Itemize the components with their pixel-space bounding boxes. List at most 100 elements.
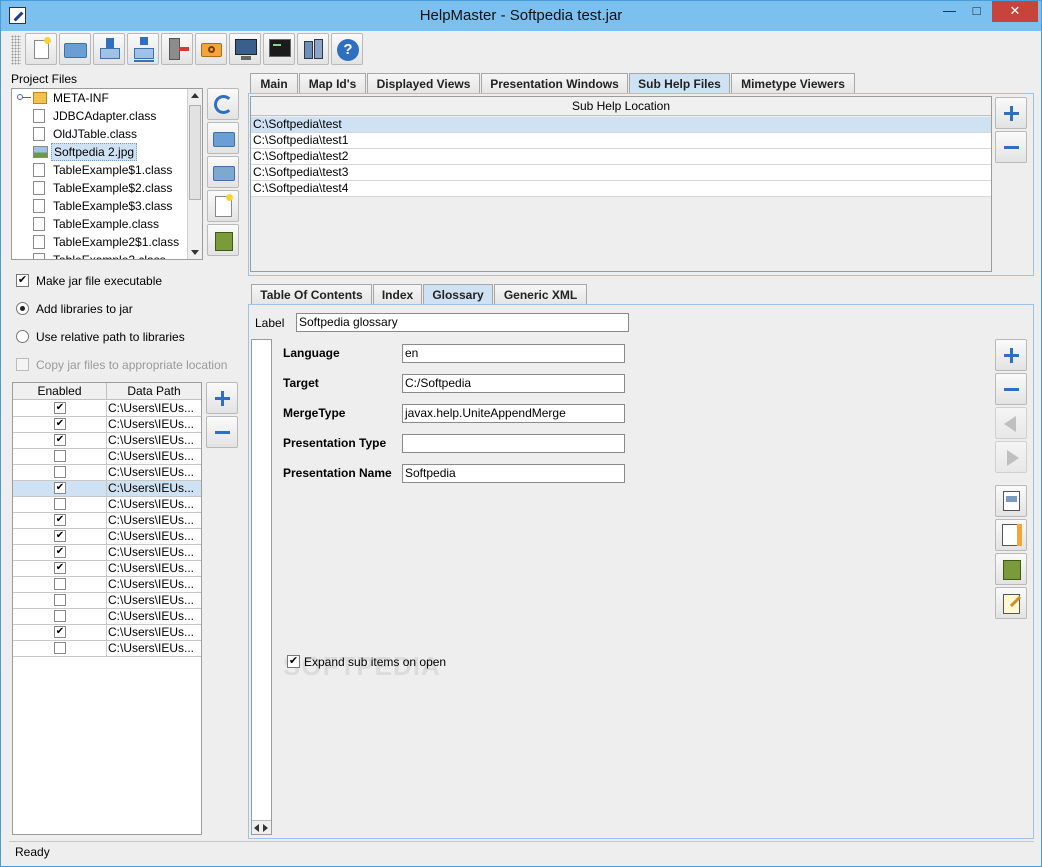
- data-path-cell[interactable]: C:\Users\IEUs...: [107, 561, 201, 577]
- glossary-tree-hscroll[interactable]: [252, 820, 271, 834]
- enabled-cell[interactable]: [13, 449, 107, 465]
- scroll-down-icon[interactable]: [191, 250, 199, 255]
- enabled-checkbox[interactable]: ✔: [54, 402, 66, 414]
- enabled-cell[interactable]: ✔: [13, 529, 107, 545]
- table-row[interactable]: C:\Users\IEUs...: [13, 497, 201, 513]
- table-row[interactable]: ✔ C:\Users\IEUs...: [13, 401, 201, 417]
- enabled-cell[interactable]: [13, 465, 107, 481]
- tab-sub-help-files[interactable]: Sub Help Files: [629, 73, 730, 94]
- add-folder-button[interactable]: [207, 122, 239, 154]
- language-input[interactable]: en: [402, 344, 625, 363]
- enabled-cell[interactable]: ✔: [13, 481, 107, 497]
- search-button[interactable]: [195, 33, 227, 65]
- help-button[interactable]: ?: [331, 33, 363, 65]
- table-row[interactable]: C:\Softpedia\test4: [251, 181, 991, 197]
- tree-item[interactable]: TableExample.class: [12, 215, 187, 233]
- project-files-scrollbar[interactable]: [187, 89, 202, 259]
- target-input[interactable]: C:/Softpedia: [402, 374, 625, 393]
- add-library-button[interactable]: [206, 382, 238, 414]
- presentation-type-input[interactable]: [402, 434, 625, 453]
- table-row[interactable]: C:\Users\IEUs...: [13, 465, 201, 481]
- make-executable-check[interactable]: ✔: [16, 274, 29, 287]
- add-sub-help-button[interactable]: [995, 97, 1027, 129]
- data-path-cell[interactable]: C:\Users\IEUs...: [107, 497, 201, 513]
- data-path-cell[interactable]: C:\Users\IEUs...: [107, 625, 201, 641]
- tree-item[interactable]: TableExample$3.class: [12, 197, 187, 215]
- table-row[interactable]: ✔ C:\Users\IEUs...: [13, 513, 201, 529]
- relative-path-radio-dot[interactable]: [16, 330, 29, 343]
- tab-index[interactable]: Index: [373, 284, 422, 305]
- data-path-cell[interactable]: C:\Users\IEUs...: [107, 465, 201, 481]
- tab-generic-xml[interactable]: Generic XML: [494, 284, 587, 305]
- open-button[interactable]: [59, 33, 91, 65]
- table-row[interactable]: ✔ C:\Users\IEUs...: [13, 433, 201, 449]
- data-path-cell[interactable]: C:\Users\IEUs...: [107, 609, 201, 625]
- remove-sub-help-button[interactable]: [995, 131, 1027, 163]
- maximize-button[interactable]: □: [963, 1, 990, 22]
- tab-main[interactable]: Main: [250, 73, 298, 94]
- open-folder-button[interactable]: [207, 156, 239, 188]
- table-row[interactable]: C:\Users\IEUs...: [13, 449, 201, 465]
- tree-item[interactable]: Softpedia 2.jpg: [12, 143, 187, 161]
- table-row[interactable]: C:\Users\IEUs...: [13, 641, 201, 657]
- terminal-button[interactable]: [263, 33, 295, 65]
- table-row[interactable]: ✔ C:\Users\IEUs...: [13, 625, 201, 641]
- enabled-cell[interactable]: ✔: [13, 625, 107, 641]
- new-project-button[interactable]: [25, 33, 57, 65]
- tree-item[interactable]: OldJTable.class: [12, 125, 187, 143]
- sub-help-table[interactable]: Sub Help Location C:\Softpedia\test C:\So…: [250, 96, 992, 272]
- enabled-checkbox[interactable]: ✔: [54, 514, 66, 526]
- table-row[interactable]: C:\Softpedia\test3: [251, 165, 991, 181]
- tree-item[interactable]: TableExample$2.class: [12, 179, 187, 197]
- entry-properties-button[interactable]: [995, 519, 1027, 551]
- enabled-checkbox[interactable]: ✔: [54, 626, 66, 638]
- enabled-checkbox[interactable]: [54, 610, 66, 622]
- table-row[interactable]: ✔ C:\Users\IEUs...: [13, 417, 201, 433]
- enabled-checkbox[interactable]: ✔: [54, 546, 66, 558]
- table-row[interactable]: ✔ C:\Users\IEUs...: [13, 545, 201, 561]
- mergetype-input[interactable]: javax.help.UniteAppendMerge: [402, 404, 625, 423]
- add-glossary-entry-button[interactable]: [995, 339, 1027, 371]
- build-button[interactable]: [297, 33, 329, 65]
- edit-entry-button[interactable]: [995, 485, 1027, 517]
- preview-button[interactable]: [229, 33, 261, 65]
- enabled-checkbox[interactable]: ✔: [54, 562, 66, 574]
- enabled-cell[interactable]: [13, 593, 107, 609]
- project-files-tree[interactable]: META-INF JDBCAdapter.class OldJTable.class…: [11, 88, 203, 260]
- refresh-button[interactable]: [207, 88, 239, 120]
- scroll-thumb[interactable]: [189, 105, 201, 200]
- new-file-button[interactable]: [207, 190, 239, 222]
- scroll-left-icon[interactable]: [254, 824, 259, 832]
- table-row[interactable]: ✔ C:\Users\IEUs...: [13, 481, 201, 497]
- save-button[interactable]: [93, 33, 125, 65]
- enabled-checkbox[interactable]: [54, 498, 66, 510]
- notes-button[interactable]: [995, 587, 1027, 619]
- data-path-cell[interactable]: C:\Users\IEUs...: [107, 577, 201, 593]
- table-row[interactable]: C:\Users\IEUs...: [13, 577, 201, 593]
- enabled-cell[interactable]: [13, 641, 107, 657]
- data-path-cell[interactable]: C:\Users\IEUs...: [107, 417, 201, 433]
- tree-item[interactable]: TableExample2$1.class: [12, 233, 187, 251]
- data-path-cell[interactable]: C:\Users\IEUs...: [107, 513, 201, 529]
- table-row[interactable]: C:\Softpedia\test: [251, 117, 991, 133]
- enabled-cell[interactable]: ✔: [13, 433, 107, 449]
- table-row[interactable]: ✔ C:\Users\IEUs...: [13, 529, 201, 545]
- enabled-checkbox[interactable]: [54, 466, 66, 478]
- data-path-column-header[interactable]: Data Path: [107, 383, 201, 400]
- enabled-checkbox[interactable]: [54, 642, 66, 654]
- data-path-cell[interactable]: C:\Users\IEUs...: [107, 401, 201, 417]
- exit-button[interactable]: [161, 33, 193, 65]
- table-row[interactable]: C:\Softpedia\test1: [251, 133, 991, 149]
- tab-map-id-s[interactable]: Map Id's: [299, 73, 366, 94]
- remove-library-button[interactable]: [206, 416, 238, 448]
- table-row[interactable]: ✔ C:\Users\IEUs...: [13, 561, 201, 577]
- enabled-checkbox[interactable]: ✔: [54, 530, 66, 542]
- data-path-cell[interactable]: C:\Users\IEUs...: [107, 449, 201, 465]
- enabled-checkbox[interactable]: ✔: [54, 482, 66, 494]
- enabled-checkbox[interactable]: ✔: [54, 418, 66, 430]
- data-path-cell[interactable]: C:\Users\IEUs...: [107, 529, 201, 545]
- enabled-cell[interactable]: [13, 609, 107, 625]
- data-path-cell[interactable]: C:\Users\IEUs...: [107, 641, 201, 657]
- libraries-table[interactable]: Enabled Data Path ✔ C:\Users\IEUs... ✔ C:\U…: [12, 382, 202, 835]
- tab-mimetype-viewers[interactable]: Mimetype Viewers: [731, 73, 855, 94]
